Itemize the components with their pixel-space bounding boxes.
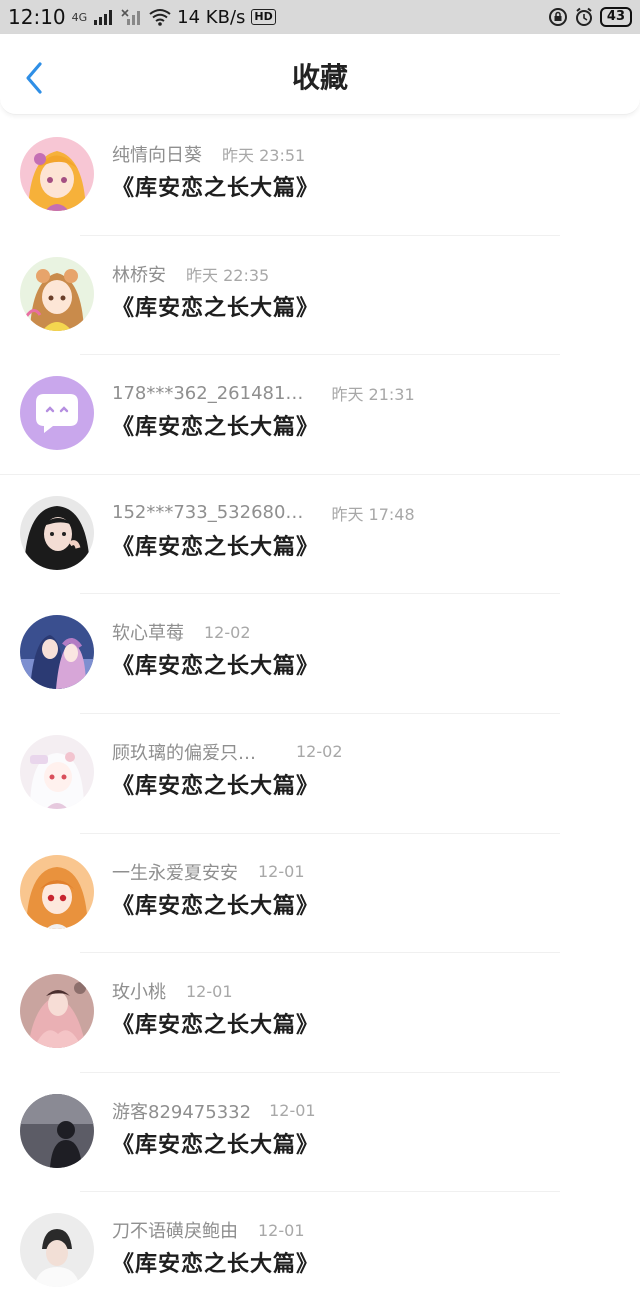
network-type: 4G [71,10,88,24]
avatar-anime-white-hair-icon [20,734,94,809]
alarm-icon [575,7,592,26]
wifi-icon [149,9,171,26]
item-username: 游客829475332 [112,1101,252,1123]
item-username: 一生永爱夏安安 [112,862,238,884]
status-bar: 12:10 4G 14 KB/s HD 43 [0,0,640,34]
avatar[interactable] [20,256,94,331]
avatar[interactable] [20,495,94,570]
item-username: 152***733_532680… [112,502,304,524]
avatar[interactable] [20,734,94,809]
item-book-title: 《库安恋之长大篇》 [112,893,320,919]
item-username: 刀不语磺戾鲍由 [112,1221,238,1243]
item-meta: 玫小桃 12-01 [112,979,612,1004]
avatar-anime-girl-orange-icon [20,854,94,929]
item-meta: 纯情向日葵 昨天 23:51 [112,142,612,166]
item-username: 纯情向日葵 [112,145,202,166]
hd-label: HD [254,10,273,23]
item-book-title: 《库安恋之长大篇》 [112,654,320,680]
avatar-default-chat-bubble-icon [20,376,94,451]
avatar[interactable] [20,376,94,451]
status-left: 12:10 4G 14 KB/s HD [8,5,276,29]
item-username: 林桥安 [112,264,166,286]
avatar[interactable] [20,974,94,1049]
header: 收藏 [0,34,640,115]
list-item[interactable]: 游客829475332 12-01 《库安恋之长大篇》 [0,1073,640,1193]
item-timestamp: 12-01 [258,862,305,882]
item-timestamp: 昨天 23:51 [222,146,306,165]
avatar[interactable] [20,1093,94,1168]
item-meta: 软心草莓 12-02 [112,620,612,645]
item-meta: 顾玖璃的偏爱只… 12-02 [112,740,612,764]
list-item[interactable]: 顾玖璃的偏爱只… 12-02 《库安恋之长大篇》 [0,714,640,834]
battery-indicator: 43 [599,7,632,27]
item-book-title: 《库安恋之长大篇》 [112,1132,320,1158]
item-book-title: 《库安恋之长大篇》 [112,1252,320,1278]
network-speed: 14 KB/s [177,6,246,28]
list-item[interactable]: 178***362_261481… 昨天 21:31 《库安恋之长大篇》 [0,355,640,475]
item-meta: 刀不语磺戾鲍由 12-01 [112,1218,612,1243]
signal-no-service-icon [121,9,141,25]
avatar-photo-boy-icon [20,1213,94,1288]
list-item[interactable]: 玫小桃 12-01 《库安恋之长大篇》 [0,953,640,1073]
list-item[interactable]: 一生永爱夏安安 12-01 《库安恋之长大篇》 [0,834,640,954]
avatar-anime-girl-pink-icon [20,137,94,211]
item-username: 178***362_261481… [112,382,304,404]
battery-level: 43 [606,9,625,24]
item-book-title: 《库安恋之长大篇》 [112,1013,320,1039]
list-item[interactable]: 林桥安 昨天 22:35 《库安恋之长大篇》 [0,236,640,356]
avatar-photo-girl-icon [20,495,94,570]
status-right: 43 [548,7,632,27]
item-timestamp: 12-01 [186,981,233,1001]
favorites-list: 纯情向日葵 昨天 23:51 《库安恋之长大篇》 林桥安 昨天 22:35 《库… [0,116,640,1312]
hd-badge: HD [251,9,276,25]
item-timestamp: 昨天 21:31 [331,385,415,405]
item-meta: 一生永爱夏安安 12-01 [112,860,612,884]
status-time: 12:10 [8,5,66,29]
avatar[interactable] [20,137,94,211]
item-meta: 152***733_532680… 昨天 17:48 [112,501,612,525]
list-item[interactable]: 纯情向日葵 昨天 23:51 《库安恋之长大篇》 [0,116,640,236]
page-title: 收藏 [291,61,348,94]
list-item[interactable]: 软心草莓 12-02 《库安恋之长大篇》 [0,594,640,714]
item-book-title: 《库安恋之长大篇》 [112,534,320,560]
item-meta: 游客829475332 12-01 [112,1099,612,1123]
avatar[interactable] [20,1213,94,1288]
item-book-title: 《库安恋之长大篇》 [112,176,320,201]
avatar-silhouette-dark-icon [20,1093,94,1168]
item-timestamp: 12-01 [269,1101,316,1121]
signal-icon [94,10,113,25]
item-book-title: 《库安恋之长大篇》 [112,295,320,321]
item-username: 顾玖璃的偏爱只… [112,742,256,764]
item-meta: 178***362_261481… 昨天 21:31 [112,381,612,405]
item-username: 软心草莓 [112,623,184,645]
item-book-title: 《库安恋之长大篇》 [112,415,320,441]
avatar-anime-couple-icon [20,615,94,690]
item-timestamp: 12-02 [296,742,343,762]
item-timestamp: 12-02 [204,622,251,642]
avatar[interactable] [20,854,94,929]
item-book-title: 《库安恋之长大篇》 [112,773,320,799]
avatar[interactable] [20,615,94,690]
item-meta: 林桥安 昨天 22:35 [112,262,612,286]
list-item[interactable]: 152***733_532680… 昨天 17:48 《库安恋之长大篇》 [0,475,640,595]
item-timestamp: 昨天 17:48 [331,504,415,524]
item-timestamp: 12-01 [258,1220,305,1240]
lock-rotation-icon [548,8,567,26]
list-item[interactable]: 刀不语磺戾鲍由 12-01 《库安恋之长大篇》 [0,1192,640,1312]
avatar-anime-girl-yellow-icon [20,256,94,331]
avatar-anime-pink-dress-icon [20,974,94,1049]
item-username: 玫小桃 [112,982,166,1004]
item-timestamp: 昨天 22:35 [186,265,270,285]
